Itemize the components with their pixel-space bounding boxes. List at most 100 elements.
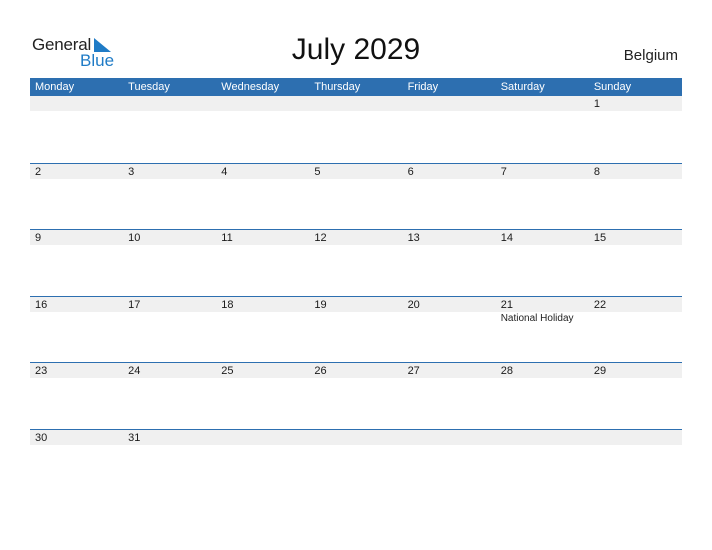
day-number: 5 [309, 163, 403, 179]
day-cell: 10 [123, 230, 217, 296]
day-number: 4 [216, 163, 310, 179]
day-cell [30, 96, 124, 163]
day-number: 2 [30, 163, 124, 179]
day-number: 22 [588, 296, 682, 312]
week-row: 16 17 18 19 20 21 National Holiday 22 [30, 295, 682, 363]
day-number: 27 [402, 363, 496, 378]
week-row: 9 10 11 12 13 14 15 [30, 229, 682, 296]
day-number: 1 [588, 96, 682, 111]
day-number: 12 [309, 230, 403, 245]
day-cell: 2 [30, 163, 124, 230]
day-cell: 24 [123, 363, 217, 429]
week-row: 30 31 [30, 428, 682, 496]
week-row: 23 24 25 26 27 28 29 [30, 362, 682, 429]
weekday-tuesday: Tuesday [128, 81, 170, 93]
day-cell: 11 [216, 230, 310, 296]
day-cell: 9 [30, 230, 124, 296]
day-number: 19 [309, 296, 403, 312]
day-number: 21 [495, 296, 589, 312]
calendar-grid: Monday Tuesday Wednesday Thursday Friday… [30, 78, 682, 495]
day-number: 28 [495, 363, 589, 378]
day-number: 23 [30, 363, 124, 378]
weeks-container: 1 2 3 4 5 6 7 8 9 10 11 12 13 14 15 16 17 18 19 20 21 Nationa… [30, 96, 682, 495]
day-number: 31 [123, 429, 217, 445]
day-number: 9 [30, 230, 124, 245]
day-number: 30 [30, 429, 124, 445]
day-cell: 5 [309, 163, 403, 230]
day-cell: 4 [216, 163, 310, 230]
day-cell [402, 429, 496, 496]
day-cell [495, 96, 589, 163]
day-cell: 18 [216, 296, 310, 363]
day-cell: 31 [123, 429, 217, 496]
day-number: 17 [123, 296, 217, 312]
day-number [216, 429, 310, 445]
day-number [495, 96, 589, 111]
day-number [402, 429, 496, 445]
calendar-title: July 2029 [291, 33, 421, 66]
day-number: 13 [402, 230, 496, 245]
day-number: 3 [123, 163, 217, 179]
day-number: 29 [588, 363, 682, 378]
day-cell: 13 [402, 230, 496, 296]
day-cell: 30 [30, 429, 124, 496]
day-number: 26 [309, 363, 403, 378]
day-cell [123, 96, 217, 163]
day-cell [495, 429, 589, 496]
week-row: 1 [30, 96, 682, 163]
day-cell: 3 [123, 163, 217, 230]
day-number: 10 [123, 230, 217, 245]
day-cell: 12 [309, 230, 403, 296]
day-cell: 8 [588, 163, 682, 230]
day-cell: 14 [495, 230, 589, 296]
day-number [123, 96, 217, 111]
day-number [309, 96, 403, 111]
day-cell: 28 [495, 363, 589, 429]
day-number: 14 [495, 230, 589, 245]
day-number: 16 [30, 296, 124, 312]
day-cell: 22 [588, 296, 682, 363]
weekday-header: Monday Tuesday Wednesday Thursday Friday… [30, 78, 682, 96]
day-number [495, 429, 589, 445]
day-cell [309, 429, 403, 496]
day-number [588, 429, 682, 445]
day-number: 7 [495, 163, 589, 179]
day-cell: 21 National Holiday [495, 296, 589, 363]
day-cell: 7 [495, 163, 589, 230]
day-cell: 27 [402, 363, 496, 429]
day-number [309, 429, 403, 445]
day-number [30, 96, 124, 111]
day-number: 18 [216, 296, 310, 312]
day-cell: 1 [588, 96, 682, 163]
day-cell [309, 96, 403, 163]
weekday-sunday: Sunday [593, 81, 632, 93]
weekday-monday: Monday [35, 81, 75, 93]
day-number: 15 [588, 230, 682, 245]
day-cell: 6 [402, 163, 496, 230]
day-cell: 25 [216, 363, 310, 429]
week-row: 2345678 [30, 162, 682, 230]
day-cell: 17 [123, 296, 217, 363]
country-label: Belgium [623, 47, 678, 64]
day-cell: 26 [309, 363, 403, 429]
day-cell: 23 [30, 363, 124, 429]
holiday-event: National Holiday [500, 312, 574, 324]
day-number: 20 [402, 296, 496, 312]
day-number: 25 [216, 363, 310, 378]
day-cell: 20 [402, 296, 496, 363]
day-number [402, 96, 496, 111]
day-cell: 16 [30, 296, 124, 363]
weekday-friday: Friday [407, 81, 439, 93]
day-cell [216, 429, 310, 496]
day-number [216, 96, 310, 111]
weekday-saturday: Saturday [500, 81, 545, 93]
weekday-wednesday: Wednesday [221, 81, 280, 93]
day-cell: 15 [588, 230, 682, 296]
day-cell [216, 96, 310, 163]
day-number: 6 [402, 163, 496, 179]
day-cell: 29 [588, 363, 682, 429]
day-cell: 19 [309, 296, 403, 363]
weekday-thursday: Thursday [314, 81, 361, 93]
day-number: 11 [216, 230, 310, 245]
day-number: 24 [123, 363, 217, 378]
